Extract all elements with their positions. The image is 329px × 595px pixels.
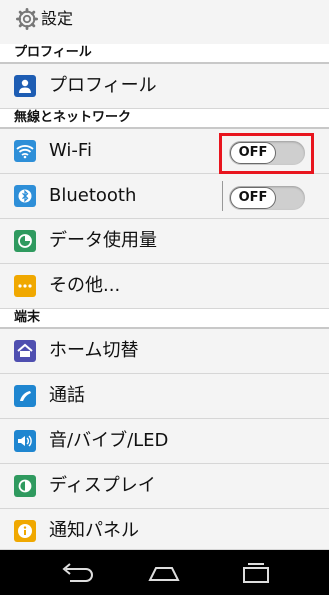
back-icon[interactable]	[58, 560, 98, 586]
settings-item-label: 音/バイブ/LED	[49, 430, 169, 451]
settings-item-label: Bluetooth	[49, 185, 137, 206]
page-title: 設定	[41, 9, 74, 28]
person-icon	[14, 75, 36, 97]
section-header-profile: プロフィール	[0, 44, 329, 64]
settings-item-label: その他...	[49, 275, 121, 296]
bluetooth-toggle[interactable]: OFF	[229, 186, 305, 210]
data-usage-icon	[14, 230, 36, 252]
settings-item-sound[interactable]: 音/バイブ/LED	[0, 419, 329, 464]
info-icon	[14, 520, 36, 542]
section-header-wireless: 無線とネットワーク	[0, 109, 329, 129]
settings-item-label: 通話	[49, 385, 85, 406]
recents-icon[interactable]	[236, 560, 276, 586]
settings-item-label: 通知パネル	[49, 520, 139, 541]
settings-item-label: プロフィール	[49, 75, 157, 96]
home-nav-icon[interactable]	[144, 560, 184, 586]
navigation-bar	[0, 550, 329, 595]
settings-item-profile[interactable]: プロフィール	[0, 64, 329, 109]
section-header-device: 端末	[0, 309, 329, 329]
action-bar: 設定	[0, 0, 329, 44]
gear-icon	[16, 8, 38, 30]
wifi-icon	[14, 140, 36, 162]
settings-item-notification[interactable]: 通知パネル	[0, 509, 329, 550]
settings-item-label: ホーム切替	[49, 340, 139, 361]
display-icon	[14, 475, 36, 497]
bluetooth-icon	[14, 185, 36, 207]
phone-icon	[14, 385, 36, 407]
settings-item-bluetooth[interactable]: Bluetooth OFF	[0, 174, 329, 219]
highlight-box	[219, 133, 314, 174]
settings-item-label: ディスプレイ	[49, 475, 156, 496]
settings-item-label: データ使用量	[49, 230, 157, 251]
settings-item-home[interactable]: ホーム切替	[0, 329, 329, 374]
divider	[222, 181, 223, 211]
settings-item-more[interactable]: その他...	[0, 264, 329, 309]
settings-item-label: Wi-Fi	[49, 140, 92, 161]
more-icon	[14, 275, 36, 297]
settings-item-call[interactable]: 通話	[0, 374, 329, 419]
speaker-icon	[14, 430, 36, 452]
home-icon	[14, 340, 36, 362]
settings-item-data-usage[interactable]: データ使用量	[0, 219, 329, 264]
settings-item-display[interactable]: ディスプレイ	[0, 464, 329, 509]
toggle-state: OFF	[230, 187, 276, 209]
